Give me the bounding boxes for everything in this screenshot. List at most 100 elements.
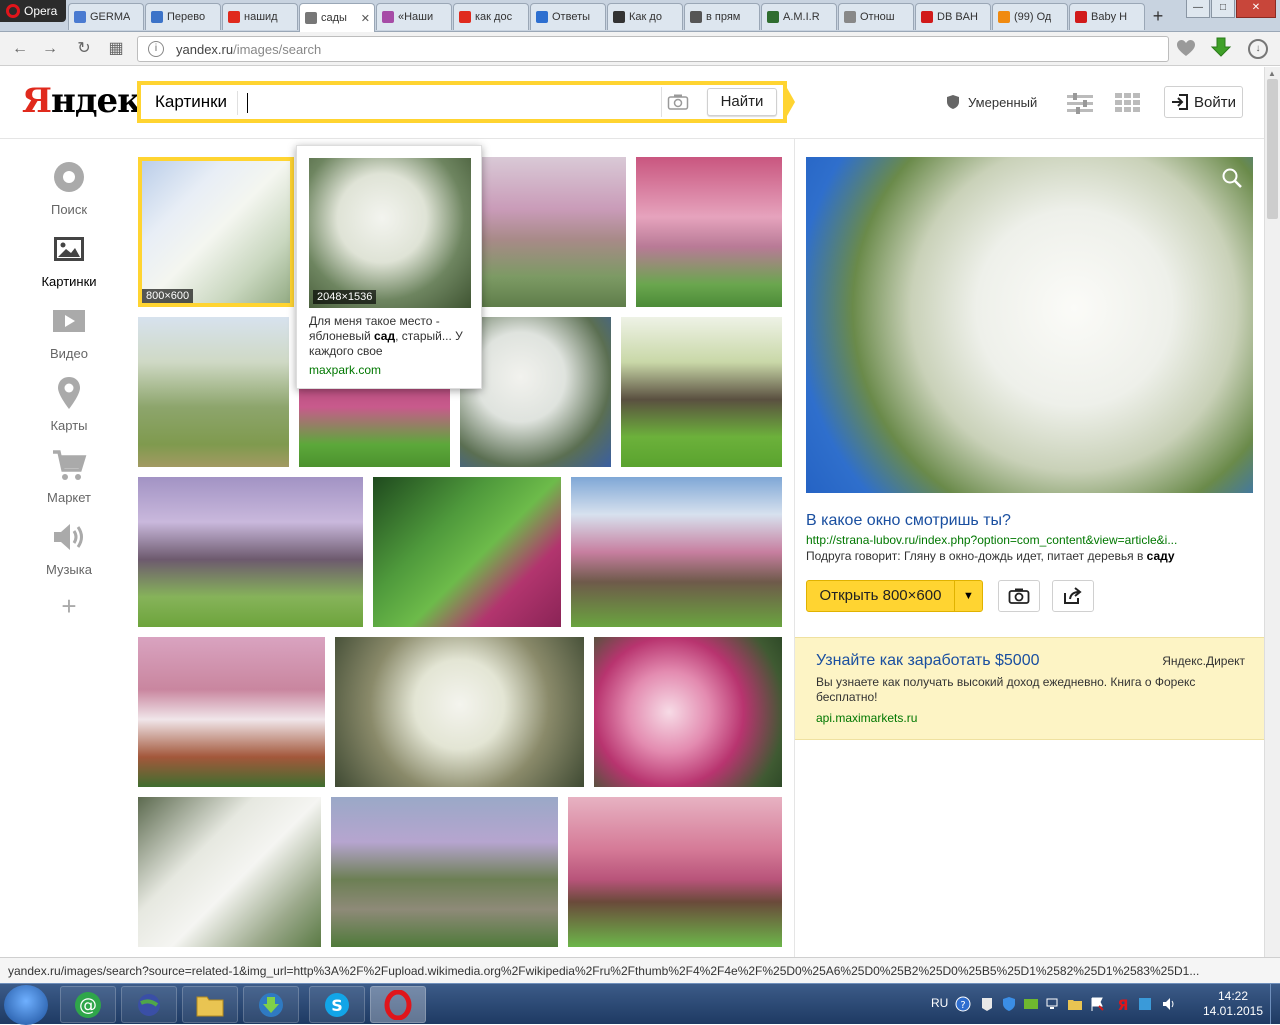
- taskbar-app-skype[interactable]: S: [309, 986, 365, 1023]
- image-result[interactable]: [138, 317, 289, 467]
- browser-tab-bar: Opera GERMA Перево нашид сады ✕ «Наши как дос О…: [0, 0, 1280, 32]
- image-result[interactable]: [373, 477, 561, 627]
- taskbar-app-globe[interactable]: [121, 986, 177, 1023]
- maximize-button[interactable]: □: [1211, 0, 1235, 18]
- forward-button[interactable]: →: [40, 39, 60, 59]
- browser-tab[interactable]: GERMA: [68, 3, 144, 30]
- browser-tab[interactable]: Перево: [145, 3, 221, 30]
- image-result[interactable]: [138, 477, 363, 627]
- zoom-icon[interactable]: [1221, 167, 1243, 189]
- downloads-menu-icon[interactable]: ↓: [1248, 39, 1268, 59]
- network-icon[interactable]: [1045, 996, 1061, 1012]
- opera-menu-button[interactable]: Opera: [0, 0, 66, 22]
- sidebar-more-button[interactable]: +: [24, 591, 114, 622]
- image-result[interactable]: [568, 797, 782, 947]
- action-center-icon[interactable]: [979, 996, 995, 1012]
- browser-tab[interactable]: Как до: [607, 3, 683, 30]
- images-icon: [54, 237, 84, 261]
- scroll-up-arrow-icon[interactable]: ▲: [1268, 69, 1276, 78]
- language-indicator[interactable]: RU: [931, 996, 948, 1010]
- preview-source-url[interactable]: http://strana-lubov.ru/index.php?option=…: [806, 533, 1226, 547]
- url-field[interactable]: i yandex.ru/images/search: [137, 36, 1169, 62]
- image-hover-preview[interactable]: 2048×1536 Для меня такое место - яблонев…: [296, 145, 482, 389]
- system-clock[interactable]: 14:22 14.01.2015: [1193, 989, 1273, 1019]
- browser-tab[interactable]: как дос: [453, 3, 529, 30]
- popup-image[interactable]: 2048×1536: [309, 158, 471, 308]
- preview-title-link[interactable]: В какое окно смотришь ты?: [806, 512, 1011, 530]
- nvidia-icon[interactable]: [1023, 996, 1039, 1012]
- browser-tab[interactable]: Ответы: [530, 3, 606, 30]
- image-result[interactable]: [335, 637, 584, 787]
- filters-settings-icon[interactable]: [1065, 91, 1095, 115]
- scrollbar-thumb[interactable]: [1267, 79, 1278, 219]
- login-button[interactable]: Войти: [1164, 86, 1243, 118]
- help-icon[interactable]: ?: [955, 996, 971, 1012]
- browser-tab[interactable]: сады ✕: [299, 3, 375, 32]
- browser-tab[interactable]: A.M.I.R: [761, 3, 837, 30]
- image-result[interactable]: [621, 317, 782, 467]
- download-icon[interactable]: [1210, 36, 1232, 60]
- tab-close-icon[interactable]: ✕: [361, 12, 370, 25]
- search-by-image-button[interactable]: [998, 580, 1040, 612]
- camera-search-icon[interactable]: [661, 87, 693, 117]
- find-button[interactable]: Найти: [707, 88, 777, 116]
- image-result[interactable]: [594, 637, 782, 787]
- share-button[interactable]: [1052, 580, 1094, 612]
- image-result[interactable]: [460, 317, 611, 467]
- image-result[interactable]: 800×600: [138, 157, 294, 307]
- family-filter-button[interactable]: Умеренный: [946, 94, 1037, 110]
- image-resolution-badge: 800×600: [142, 289, 194, 303]
- globe-icon: [138, 993, 160, 1016]
- speed-dial-button[interactable]: ▦: [106, 39, 126, 59]
- image-result[interactable]: [636, 157, 782, 307]
- chevron-down-icon[interactable]: ▼: [954, 581, 982, 611]
- image-result[interactable]: [331, 797, 558, 947]
- browser-tab[interactable]: «Наши: [376, 3, 452, 30]
- start-button[interactable]: [4, 985, 48, 1025]
- browser-tab[interactable]: (99) Од: [992, 3, 1068, 30]
- preview-image[interactable]: [806, 157, 1253, 493]
- open-image-button[interactable]: Открыть 800×600 ▼: [806, 580, 983, 612]
- grid-view-icon[interactable]: [1113, 91, 1143, 115]
- minimize-button[interactable]: —: [1186, 0, 1210, 18]
- update-icon[interactable]: [1137, 996, 1153, 1012]
- ad-url-link[interactable]: api.maximarkets.ru: [816, 711, 917, 725]
- image-result[interactable]: [138, 637, 325, 787]
- ad-title-link[interactable]: Узнайте как заработать $5000: [816, 652, 1040, 670]
- sidebar-item-images[interactable]: Картинки: [24, 231, 114, 289]
- image-result[interactable]: [571, 477, 782, 627]
- browser-tab[interactable]: Baby H: [1069, 3, 1145, 30]
- ad-brand-label[interactable]: Яндекс.Директ: [1162, 654, 1245, 668]
- browser-tab[interactable]: в прям: [684, 3, 760, 30]
- new-tab-button[interactable]: +: [1148, 6, 1168, 26]
- sidebar-item-video[interactable]: Видео: [24, 303, 114, 361]
- taskbar-app-opera[interactable]: [370, 986, 426, 1023]
- close-window-button[interactable]: ✕: [1236, 0, 1276, 18]
- sidebar-item-search[interactable]: Поиск: [24, 159, 114, 217]
- sidebar-item-maps[interactable]: Карты: [24, 375, 114, 433]
- taskbar-app-downloader[interactable]: [243, 986, 299, 1023]
- volume-icon[interactable]: [1161, 996, 1177, 1012]
- antivirus-icon[interactable]: [1001, 996, 1017, 1012]
- browser-tab[interactable]: нашид: [222, 3, 298, 30]
- browser-tab[interactable]: DB BAH: [915, 3, 991, 30]
- yandex-tray-icon[interactable]: Я: [1115, 996, 1131, 1012]
- folder-tray-icon[interactable]: [1067, 996, 1083, 1012]
- clock-time: 14:22: [1217, 989, 1249, 1003]
- sidebar-item-market[interactable]: Маркет: [24, 447, 114, 505]
- reload-button[interactable]: ↻: [74, 39, 94, 59]
- image-result[interactable]: [138, 797, 321, 947]
- page-scrollbar[interactable]: ▲: [1264, 67, 1280, 957]
- site-info-icon[interactable]: i: [148, 41, 164, 57]
- taskbar-app-explorer[interactable]: [182, 986, 238, 1023]
- back-button[interactable]: ←: [10, 39, 30, 59]
- taskbar-app-mail[interactable]: @: [60, 986, 116, 1023]
- image-result[interactable]: [480, 157, 626, 307]
- browser-tab[interactable]: Отнош: [838, 3, 914, 30]
- stash-heart-icon[interactable]: [1175, 37, 1197, 59]
- show-desktop-button[interactable]: [1270, 983, 1280, 1024]
- search-input[interactable]: [245, 89, 655, 115]
- sidebar-item-music[interactable]: Музыка: [24, 519, 114, 577]
- popup-source-link[interactable]: maxpark.com: [309, 363, 381, 377]
- flag-icon[interactable]: [1089, 996, 1105, 1012]
